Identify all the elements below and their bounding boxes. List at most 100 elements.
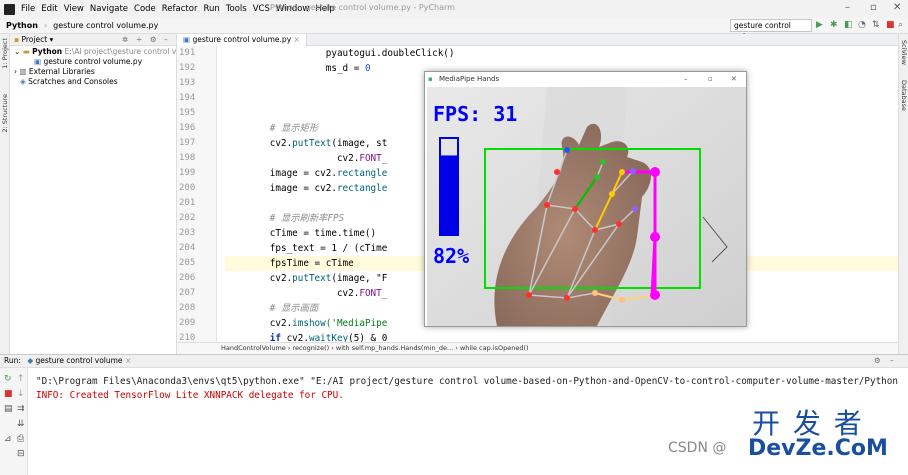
landmark xyxy=(632,206,638,212)
landmark xyxy=(554,169,560,175)
settings-icon[interactable]: ⚙ xyxy=(150,34,157,45)
line-number: 204 xyxy=(179,243,196,253)
code-line[interactable]: pyautogui.doubleClick() xyxy=(225,46,898,61)
code-token: ms_d = xyxy=(225,63,365,74)
breadcrumb-item[interactable]: while cap.isOpened() xyxy=(460,344,529,352)
down-icon[interactable]: ↓ xyxy=(17,389,25,399)
run-config-tab[interactable]: gesture control volume xyxy=(35,356,122,365)
breadcrumb-item[interactable]: with self.mp_hands.Hands(min_de... xyxy=(336,344,453,352)
editor-tab-bar: ▣ gesture control volume.py × xyxy=(177,34,898,46)
rerun-icon[interactable]: ↻ xyxy=(4,374,12,384)
project-panel-title[interactable]: Project xyxy=(21,35,47,44)
menu-navigate[interactable]: Navigate xyxy=(90,4,128,14)
delete-icon[interactable]: ⊟ xyxy=(17,449,25,459)
menu-view[interactable]: View xyxy=(64,4,84,14)
python-file-icon: ▣ xyxy=(183,35,191,44)
menu-code[interactable]: Code xyxy=(134,4,156,14)
gear-icon[interactable]: ⚙ xyxy=(874,355,881,367)
ext-libs-label: External Libraries xyxy=(28,67,95,76)
stop-icon[interactable]: ■ xyxy=(4,389,13,399)
code-token: # 显示刷新率FPS xyxy=(225,213,345,224)
menu-refactor[interactable]: Refactor xyxy=(162,4,198,14)
layout-icon[interactable]: ▤ xyxy=(4,404,13,414)
chevron-right-icon: › xyxy=(14,67,17,76)
code-token: 0 xyxy=(364,63,371,74)
tree-item-root[interactable]: ⌄ ▬ Python E:\AI project\gesture control… xyxy=(10,47,176,57)
line-number: 203 xyxy=(179,228,196,238)
minimize-icon[interactable]: – xyxy=(845,2,850,13)
print-icon[interactable]: ⎙ xyxy=(17,434,24,444)
code-token: cTime = time.time() xyxy=(225,228,377,239)
stop-icon[interactable]: ■ xyxy=(886,20,895,30)
menu-run[interactable]: Run xyxy=(203,4,219,14)
mediapipe-window[interactable]: ▪ MediaPipe Hands – ▫ ✕ FPS: 31 82% xyxy=(424,71,747,327)
breadcrumb-item[interactable]: recognize() xyxy=(293,344,330,352)
maximize-icon[interactable]: ▫ xyxy=(870,2,877,13)
watermark-brand: DevZe.CoM xyxy=(748,436,888,461)
profile-icon[interactable]: ◔ xyxy=(858,20,866,30)
close-tab-icon[interactable]: × xyxy=(125,356,131,365)
line-number: 193 xyxy=(179,78,196,88)
menu-tools[interactable]: Tools xyxy=(226,4,247,14)
library-icon: ▥ xyxy=(19,67,27,76)
fps-label: FPS: 31 xyxy=(433,102,517,126)
line-number: 191 xyxy=(179,48,196,58)
code-token: rectangle xyxy=(336,168,388,179)
camera-frame: FPS: 31 82% xyxy=(427,87,746,326)
gear-icon[interactable]: ✲ xyxy=(122,34,128,45)
line-number: 197 xyxy=(179,138,196,148)
line-number: 201 xyxy=(179,198,196,208)
index-tip-landmark xyxy=(650,167,660,177)
menu-vcs[interactable]: VCS xyxy=(253,4,270,14)
mediapipe-titlebar: ▪ MediaPipe Hands – ▫ ✕ xyxy=(425,72,746,86)
line-number-gutter: 191 192 193 194 195 196 197 198 199 200 201 202 203 2… xyxy=(177,46,217,358)
project-tool-tab[interactable]: 1: Project xyxy=(1,38,9,69)
line-number: 195 xyxy=(179,108,196,118)
scratches-label: Scratches and Consoles xyxy=(28,77,118,86)
tree-item-ext-libs[interactable]: › ▥ External Libraries xyxy=(10,67,176,77)
close-icon[interactable]: ✕ xyxy=(893,2,901,13)
hide-icon[interactable]: – xyxy=(164,34,168,45)
tree-item-scratches[interactable]: ◈ Scratches and Consoles xyxy=(10,77,176,87)
debug-icon[interactable]: ✱ xyxy=(830,20,838,30)
tree-item-file[interactable]: ▣ gesture control volume.py xyxy=(10,57,176,67)
run-label: Run: xyxy=(4,356,21,365)
pin-icon[interactable]: ⊿ xyxy=(4,434,12,444)
code-token: FONT_ xyxy=(359,153,388,164)
up-icon[interactable]: ↑ xyxy=(17,374,25,384)
chevron-right-icon: › xyxy=(43,21,48,30)
soft-wrap-icon[interactable]: ⇉ xyxy=(17,404,25,414)
sciview-tool-tab[interactable]: SciView xyxy=(900,40,908,65)
nav-file[interactable]: gesture control volume.py xyxy=(53,21,158,30)
menu-file[interactable]: File xyxy=(21,4,35,14)
close-icon[interactable]: ✕ xyxy=(731,72,737,86)
editor-tab[interactable]: ▣ gesture control volume.py × xyxy=(177,34,307,46)
root-folder-label: Python xyxy=(32,47,63,56)
nav-project[interactable]: Python xyxy=(6,21,38,30)
close-tab-icon[interactable]: × xyxy=(294,35,300,44)
run-config-select[interactable]: gesture control volume ▾ xyxy=(730,19,812,41)
hide-icon[interactable]: – xyxy=(890,355,894,367)
code-token: # 显示矩形 xyxy=(225,123,319,134)
scratches-icon: ◈ xyxy=(20,77,26,86)
line-number: 205 xyxy=(179,258,196,268)
landmark xyxy=(619,169,625,175)
run-icon[interactable]: ▶ xyxy=(816,20,823,30)
code-token: ('MediaPipe xyxy=(325,318,388,329)
line-number: 199 xyxy=(179,168,196,178)
build-icon[interactable]: ⇅ xyxy=(872,20,880,30)
midpoint-landmark xyxy=(650,232,660,242)
camera-view: FPS: 31 82% xyxy=(427,87,746,326)
right-tool-strip: SciView Database xyxy=(898,34,908,354)
maximize-icon[interactable]: ▫ xyxy=(708,72,713,86)
code-token: FONT_ xyxy=(359,288,388,299)
database-tool-tab[interactable]: Database xyxy=(900,80,908,111)
menu-edit[interactable]: Edit xyxy=(41,4,57,14)
coverage-icon[interactable]: ◧ xyxy=(844,20,853,30)
scroll-end-icon[interactable]: ⇊ xyxy=(17,419,25,429)
search-everywhere-icon[interactable]: ⌕ xyxy=(898,20,903,30)
structure-tool-tab[interactable]: 2: Structure xyxy=(1,94,9,133)
minimize-icon[interactable]: – xyxy=(684,72,688,86)
collapse-icon[interactable]: ÷ xyxy=(136,34,142,45)
breadcrumb-item[interactable]: HandControlVolume xyxy=(221,344,286,352)
